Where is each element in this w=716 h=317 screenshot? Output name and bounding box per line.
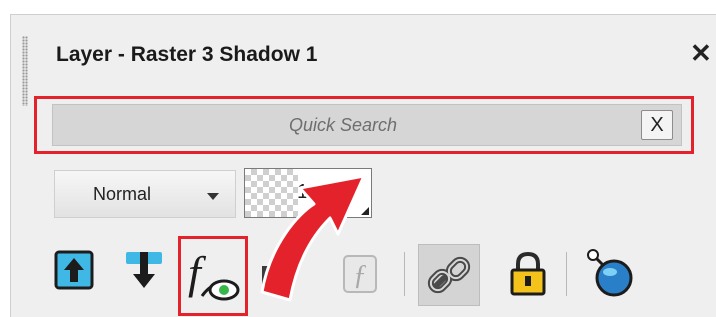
close-button[interactable]: ✕ — [690, 40, 712, 66]
svg-text:ƒ: ƒ — [353, 260, 367, 291]
visibility-toggle-icon[interactable] — [586, 248, 636, 298]
panel-grip-handle[interactable] — [22, 36, 28, 106]
link-icon — [427, 256, 471, 294]
toolbar-separator — [566, 252, 567, 296]
move-down-icon[interactable] — [124, 248, 164, 292]
search-clear-button[interactable]: X — [641, 110, 673, 140]
quick-search-input[interactable] — [53, 105, 633, 145]
lock-icon[interactable] — [508, 250, 548, 298]
panel-title: Layer - Raster 3 Shadow 1 — [56, 43, 318, 66]
chevron-down-icon — [207, 193, 219, 200]
opacity-corner-handle — [361, 207, 369, 215]
opacity-value: 1 — [297, 181, 309, 203]
move-up-icon[interactable] — [54, 250, 94, 290]
blend-mode-value: Normal — [93, 184, 152, 204]
opacity-slider[interactable]: 1 — [244, 168, 372, 218]
layer-styles-icon[interactable]: f — [184, 244, 242, 306]
svg-text:f: f — [188, 247, 207, 298]
toolbar-separator — [404, 252, 405, 296]
quick-search-bar: X — [52, 104, 682, 146]
mask-icon[interactable] — [260, 262, 294, 294]
blend-mode-dropdown[interactable]: Normal — [54, 170, 236, 218]
function-icon[interactable]: ƒ — [340, 252, 380, 296]
